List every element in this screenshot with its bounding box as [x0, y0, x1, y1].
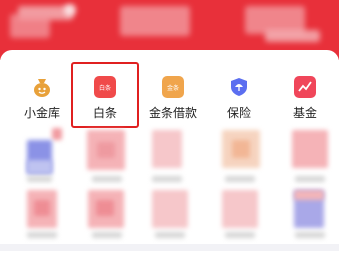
blurred-tile: [295, 176, 325, 182]
blurred-tile: [232, 140, 250, 158]
menu-item-jintiao[interactable]: 金条 金条借款: [144, 62, 202, 122]
menu-label: 小金库: [23, 106, 60, 120]
blurred-tile: [97, 142, 115, 158]
blurred-tile: [96, 200, 114, 216]
blurred-tile: [294, 190, 324, 200]
menu-label: 基金: [292, 106, 317, 120]
menu-item-jijin[interactable]: 基金: [276, 62, 334, 122]
blurred-tile: [152, 190, 188, 228]
blurred-tile: [155, 232, 185, 238]
blurred-tile: [27, 232, 57, 238]
service-menu: 小金库 白条 白条 金条 金条借款 保险 基金: [0, 62, 339, 122]
jintiao-card-icon: 金条: [162, 76, 184, 98]
menu-label: 保险: [226, 106, 251, 120]
menu-item-xiaojinku[interactable]: 小金库: [13, 62, 71, 122]
blurred-tile: [92, 176, 122, 182]
blurred-tile: [34, 200, 50, 216]
blurred-tile: [92, 232, 122, 238]
blurred-tile: [222, 190, 258, 228]
menu-label: 金条借款: [148, 106, 197, 120]
blurred-tile: [152, 176, 182, 182]
blurred-tile: [225, 232, 255, 238]
blurred-header-icon: [64, 4, 76, 16]
bottom-divider: [0, 244, 339, 251]
blurred-tile: [225, 176, 255, 182]
shield-icon: [228, 76, 250, 98]
selected-item-highlight: [71, 62, 139, 128]
blurred-tile: [27, 176, 52, 182]
blurred-tile: [292, 130, 328, 168]
blurred-tile: [152, 130, 182, 168]
jintiao-icon-badge: 金条: [166, 84, 179, 92]
money-bag-icon: [31, 76, 53, 98]
blurred-header-block: [265, 30, 320, 42]
blurred-tile: [295, 232, 325, 238]
blurred-tile: [52, 128, 62, 140]
chart-icon: [294, 76, 316, 98]
menu-item-baoxian[interactable]: 保险: [210, 62, 268, 122]
blurred-header-block: [10, 14, 50, 38]
blurred-header-block: [120, 6, 190, 36]
blurred-tile: [27, 160, 52, 174]
